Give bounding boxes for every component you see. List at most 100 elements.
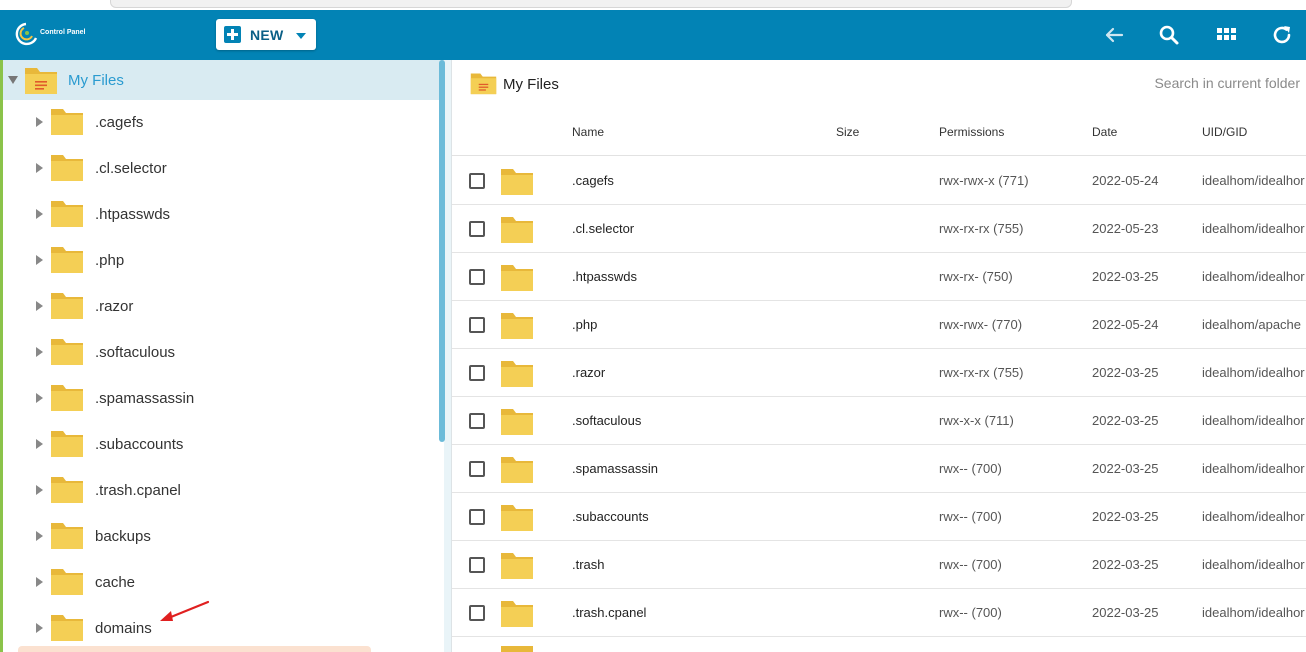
back-arrow-icon[interactable] (1102, 23, 1126, 47)
folder-icon (50, 106, 84, 136)
table-row[interactable]: .htpasswds rwx-rx- (750) 2022-03-25 idealho… (452, 252, 1306, 301)
file-date: 2022-03-25 (1092, 605, 1159, 620)
row-checkbox[interactable] (469, 413, 485, 429)
row-checkbox[interactable] (469, 365, 485, 381)
folder-icon (500, 406, 534, 436)
file-uid-gid: idealhom/idealhor (1202, 413, 1305, 428)
file-name[interactable]: .subaccounts (572, 509, 649, 524)
column-header-name[interactable]: Name (572, 125, 604, 139)
file-date: 2022-03-25 (1092, 413, 1159, 428)
caret-right-icon[interactable] (36, 393, 43, 403)
folder-icon (500, 262, 534, 292)
row-checkbox[interactable] (469, 557, 485, 573)
new-button[interactable]: NEW (216, 19, 316, 50)
table-row[interactable]: .razor rwx-rx-rx (755) 2022-03-25 idealhom/… (452, 348, 1306, 397)
tree-item-partial[interactable] (18, 646, 371, 652)
row-checkbox[interactable] (469, 461, 485, 477)
tree-item[interactable]: .razor (3, 284, 433, 330)
search-input[interactable] (1110, 72, 1300, 94)
caret-right-icon[interactable] (36, 163, 43, 173)
current-folder-title: My Files (503, 76, 559, 93)
table-row[interactable]: .spamassassin rwx-- (700) 2022-03-25 idealh… (452, 444, 1306, 493)
caret-right-icon[interactable] (36, 623, 43, 633)
tree-scrollbar[interactable] (439, 60, 445, 442)
logo-text: Control Panel (40, 29, 86, 36)
file-name[interactable]: .php (572, 317, 597, 332)
caret-right-icon[interactable] (36, 301, 43, 311)
tree-item[interactable]: .trash.cpanel (3, 468, 433, 514)
row-checkbox[interactable] (469, 269, 485, 285)
tree-item-label: .subaccounts (95, 436, 184, 453)
browser-strip (0, 0, 1306, 10)
tree-item[interactable]: .htpasswds (3, 192, 433, 238)
caret-right-icon[interactable] (36, 209, 43, 219)
file-name[interactable]: .htpasswds (572, 269, 637, 284)
caret-right-icon[interactable] (36, 577, 43, 587)
tree-item[interactable]: .spamassassin (3, 376, 433, 422)
file-uid-gid: idealhom/idealhor (1202, 269, 1305, 284)
file-name[interactable]: .cagefs (572, 173, 614, 188)
tree-item-label: domains (95, 620, 152, 637)
tree-item-label: cache (95, 574, 136, 591)
table-row[interactable]: .cagefs rwx-rwx-x (771) 2022-05-24 idealhom… (452, 156, 1306, 205)
refresh-icon[interactable] (1270, 23, 1294, 47)
table-row-partial[interactable] (452, 636, 1306, 652)
search-icon[interactable] (1157, 23, 1181, 47)
table-row[interactable]: .trash.cpanel rwx-- (700) 2022-03-25 idealh… (452, 588, 1306, 637)
tree-item[interactable]: cache (3, 560, 433, 606)
row-checkbox[interactable] (469, 317, 485, 333)
tree-root-my-files[interactable]: My Files (3, 60, 444, 100)
folder-icon (500, 358, 534, 388)
row-checkbox[interactable] (469, 173, 485, 189)
tree-item[interactable]: .softaculous (3, 330, 433, 376)
table-row[interactable]: .trash rwx-- (700) 2022-03-25 idealhom/idea… (452, 540, 1306, 589)
folder-icon (470, 71, 497, 95)
caret-right-icon[interactable] (36, 255, 43, 265)
folder-icon (500, 310, 534, 340)
tree-item-label: .trash.cpanel (95, 482, 181, 499)
table-row[interactable]: .softaculous rwx-x-x (711) 2022-03-25 ideal… (452, 396, 1306, 445)
folder-icon (50, 152, 84, 182)
file-permissions: rwx-x-x (711) (939, 413, 1014, 428)
table-row[interactable]: .subaccounts rwx-- (700) 2022-03-25 idealho… (452, 492, 1306, 541)
tree-item-label: .cagefs (95, 114, 144, 131)
file-date: 2022-03-25 (1092, 509, 1159, 524)
caret-right-icon[interactable] (36, 485, 43, 495)
tree-item[interactable]: .subaccounts (3, 422, 433, 468)
grid-view-icon[interactable] (1214, 23, 1238, 47)
tree-item[interactable]: .cagefs (3, 100, 433, 146)
column-header-date[interactable]: Date (1092, 125, 1117, 139)
table-row[interactable]: .cl.selector rwx-rx-rx (755) 2022-05-23 ide… (452, 204, 1306, 253)
table-row[interactable]: .php rwx-rwx- (770) 2022-05-24 idealhom/apa… (452, 300, 1306, 349)
annotation-arrow-icon (160, 600, 210, 621)
file-name[interactable]: .trash (572, 557, 605, 572)
control-panel-logo[interactable]: Control Panel (14, 21, 86, 49)
folder-icon (500, 214, 534, 244)
file-name[interactable]: .trash.cpanel (572, 605, 646, 620)
row-checkbox[interactable] (469, 221, 485, 237)
caret-down-icon[interactable] (8, 76, 18, 84)
caret-right-icon[interactable] (36, 347, 43, 357)
column-header-size[interactable]: Size (836, 125, 859, 139)
tree-item[interactable]: backups (3, 514, 433, 560)
folder-icon (50, 336, 84, 366)
tree-item-label: backups (95, 528, 151, 545)
folder-icon (500, 550, 534, 580)
file-name[interactable]: .razor (572, 365, 605, 380)
file-name[interactable]: .spamassassin (572, 461, 658, 476)
tree-item[interactable]: .php (3, 238, 433, 284)
file-name[interactable]: .softaculous (572, 413, 641, 428)
browser-address-bar[interactable] (110, 0, 1072, 8)
row-checkbox[interactable] (469, 509, 485, 525)
tree-item[interactable]: .cl.selector (3, 146, 433, 192)
caret-down-icon[interactable] (296, 33, 306, 39)
caret-right-icon[interactable] (36, 439, 43, 449)
file-name[interactable]: .cl.selector (572, 221, 634, 236)
caret-right-icon[interactable] (36, 117, 43, 127)
file-permissions: rwx-rwx- (770) (939, 317, 1023, 332)
caret-right-icon[interactable] (36, 531, 43, 541)
row-checkbox[interactable] (469, 605, 485, 621)
column-header-permissions[interactable]: Permissions (939, 125, 1004, 139)
column-header-uid-gid[interactable]: UID/GID (1202, 125, 1247, 139)
panel-splitter[interactable] (444, 60, 451, 652)
